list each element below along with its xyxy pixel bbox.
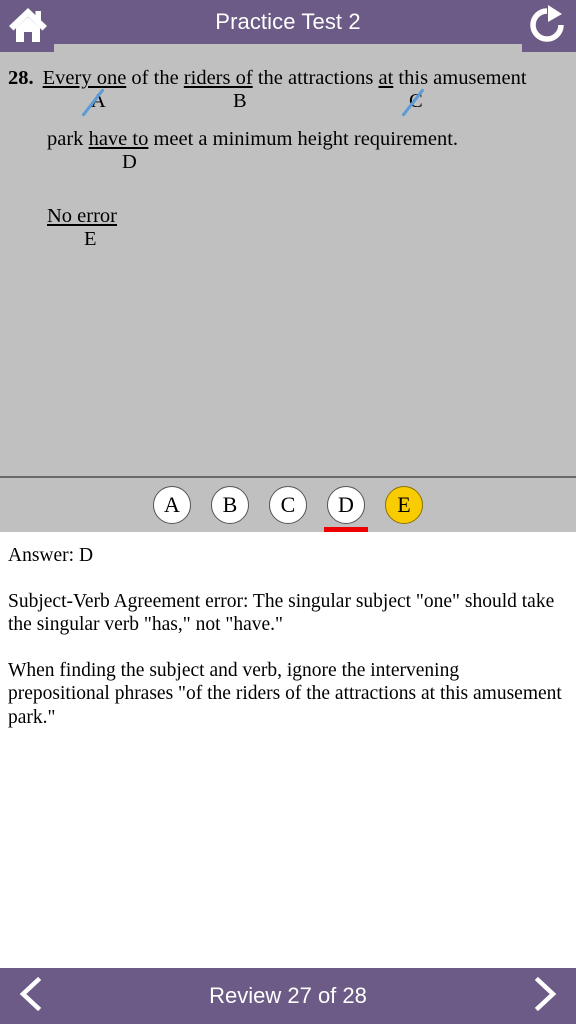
choice-label-e: E: [84, 228, 97, 250]
question-segment-c: at: [378, 67, 394, 89]
answer-choice-c-label: C: [280, 492, 296, 517]
explanation-paragraph-1: Subject-Verb Agreement error: The singul…: [8, 590, 555, 636]
content-top-strip: [54, 44, 522, 52]
refresh-icon[interactable]: [526, 5, 568, 45]
line-spacer: [8, 185, 562, 201]
practice-test-screen: Practice Test 2 28. Every one of the ride…: [0, 0, 576, 1024]
question-segment-b: riders of: [183, 67, 253, 89]
question-segment-a: Every one: [42, 67, 127, 89]
answer-choice-d[interactable]: D: [324, 486, 368, 532]
chevron-left-icon: [17, 976, 43, 1016]
previous-button[interactable]: [2, 968, 58, 1024]
question-segment-e: No error: [47, 205, 118, 227]
choice-label-d: D: [122, 151, 137, 173]
page-title: Practice Test 2: [215, 9, 361, 34]
correct-answer-indicator: [324, 527, 368, 532]
answer-choice-e[interactable]: E: [385, 486, 423, 524]
question-labels-row-1: A B C: [8, 88, 562, 124]
answer-choice-d-label: D: [338, 492, 354, 517]
answer-line: Answer: D: [8, 545, 94, 566]
choice-label-b: B: [233, 90, 247, 112]
chevron-right-icon: [533, 976, 559, 1016]
answer-choice-a[interactable]: A: [153, 486, 191, 524]
answer-choice-b-label: B: [222, 492, 238, 517]
explanation-panel: Answer: D Subject-Verb Agreement error: …: [0, 532, 576, 968]
next-button[interactable]: [518, 968, 574, 1024]
answer-choice-bar: A B C D E: [0, 476, 576, 532]
question-segment-d: have to: [88, 128, 149, 150]
answer-choice-c[interactable]: C: [269, 486, 307, 524]
question-segment-plain-2: the attractions: [252, 67, 379, 89]
question-segment-plain-3: this amusement: [393, 67, 527, 89]
question-panel: 28. Every one of the riders of the attrac…: [0, 52, 576, 476]
question-segment-plain-1: of the: [126, 67, 184, 89]
answer-choice-e-label: E: [397, 492, 411, 517]
question-line-2: park have to meet a minimum height requi…: [8, 124, 562, 155]
question-segment-plain-5: meet a minimum height requirement.: [148, 128, 459, 150]
review-progress-label: Review 27 of 28: [209, 983, 367, 1008]
app-header: Practice Test 2: [0, 0, 576, 52]
question-segment-plain-4: park: [47, 128, 89, 150]
home-icon[interactable]: [6, 4, 50, 44]
question-number: 28.: [8, 67, 34, 89]
bottom-nav-bar: Review 27 of 28: [0, 968, 576, 1024]
answer-choice-b[interactable]: B: [211, 486, 249, 524]
explanation-paragraph-2: When finding the subject and verb, ignor…: [8, 659, 562, 728]
question-labels-row-2: D: [8, 151, 562, 185]
answer-choice-a-label: A: [164, 492, 180, 517]
question-labels-row-3: E: [8, 228, 562, 262]
